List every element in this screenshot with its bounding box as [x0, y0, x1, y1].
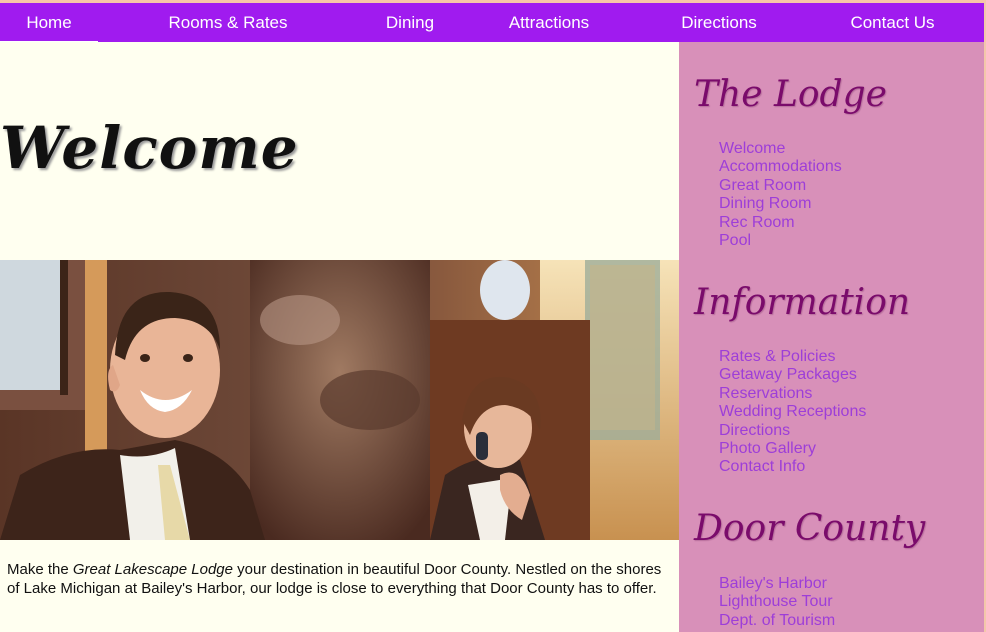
sidebar-link-wedding-receptions[interactable]: Wedding Receptions	[719, 403, 866, 421]
nav-dining[interactable]: Dining	[375, 3, 445, 42]
nav-home[interactable]: Home	[0, 3, 98, 42]
sidebar-link-rec-room[interactable]: Rec Room	[719, 214, 842, 232]
sidebar-list-door-county: Bailey's Harbor Lighthouse Tour Dept. of…	[719, 575, 835, 630]
sidebar-link-dining-room[interactable]: Dining Room	[719, 195, 842, 213]
sidebar: The Lodge Welcome Accommodations Great R…	[679, 42, 984, 632]
page-title: Welcome	[0, 114, 299, 182]
sidebar-link-baileys-harbor[interactable]: Bailey's Harbor	[719, 575, 835, 593]
sidebar-link-welcome[interactable]: Welcome	[719, 140, 842, 158]
sidebar-link-great-room[interactable]: Great Room	[719, 177, 842, 195]
intro-paragraph: Make the Great Lakescape Lodge your dest…	[7, 560, 672, 598]
lodge-name: Great Lakescape Lodge	[72, 561, 233, 578]
hotel-reception-photo	[0, 260, 679, 540]
sidebar-heading-information: Information	[694, 282, 911, 323]
nav-directions[interactable]: Directions	[672, 3, 766, 42]
main-content: Welcome Make the Great Lakescape Lodge y…	[0, 42, 679, 632]
sidebar-link-rates-policies[interactable]: Rates & Policies	[719, 348, 866, 366]
sidebar-link-getaway-packages[interactable]: Getaway Packages	[719, 366, 866, 384]
sidebar-link-pool[interactable]: Pool	[719, 232, 842, 250]
sidebar-link-contact-info[interactable]: Contact Info	[719, 458, 866, 476]
sidebar-list-the-lodge: Welcome Accommodations Great Room Dining…	[719, 140, 842, 250]
sidebar-link-photo-gallery[interactable]: Photo Gallery	[719, 440, 866, 458]
sidebar-heading-the-lodge: The Lodge	[694, 74, 887, 115]
nav-rooms-rates[interactable]: Rooms & Rates	[160, 3, 296, 42]
sidebar-heading-door-county: Door County	[694, 508, 926, 549]
sidebar-link-dept-of-tourism[interactable]: Dept. of Tourism	[719, 612, 835, 630]
intro-text-start: Make the	[7, 561, 73, 578]
main-nav: Home Rooms & Rates Dining Attractions Di…	[0, 3, 984, 42]
nav-contact-us[interactable]: Contact Us	[840, 3, 945, 42]
sidebar-list-information: Rates & Policies Getaway Packages Reserv…	[719, 348, 866, 477]
sidebar-link-lighthouse-tour[interactable]: Lighthouse Tour	[719, 593, 835, 611]
sidebar-link-reservations[interactable]: Reservations	[719, 385, 866, 403]
nav-attractions[interactable]: Attractions	[499, 3, 599, 42]
sidebar-link-accommodations[interactable]: Accommodations	[719, 158, 842, 176]
sidebar-link-directions[interactable]: Directions	[719, 422, 866, 440]
